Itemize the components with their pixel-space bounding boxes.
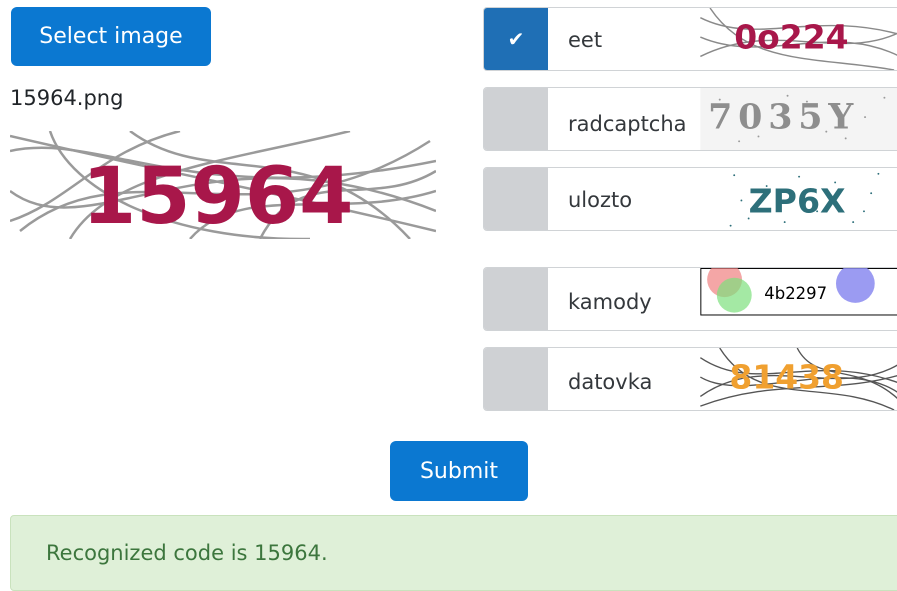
option-label: kamody bbox=[568, 290, 652, 314]
captcha-option-eet[interactable]: ✔ eet 0o224 bbox=[483, 7, 897, 71]
svg-text:81438: 81438 bbox=[729, 358, 844, 397]
svg-text:7035Y: 7035Y bbox=[708, 97, 859, 138]
captcha-option-kamody[interactable]: kamody 4b2297 bbox=[483, 267, 897, 331]
captcha-option-radcaptcha[interactable]: radcaptcha 7035Y bbox=[483, 87, 897, 151]
result-alert: Recognized code is 15964. bbox=[10, 515, 897, 591]
svg-text:4b2297: 4b2297 bbox=[764, 284, 827, 303]
radcaptcha-sample-image: 7035Y bbox=[700, 88, 897, 150]
submit-button[interactable]: Submit bbox=[390, 441, 528, 501]
checkbox-unchecked[interactable] bbox=[484, 88, 548, 150]
kamody-sample-image: 4b2297 bbox=[700, 268, 897, 316]
option-label: radcaptcha bbox=[568, 112, 687, 136]
eet-sample-image: 0o224 bbox=[700, 8, 897, 70]
checkbox-checked-icon[interactable]: ✔ bbox=[484, 8, 548, 70]
option-label: eet bbox=[568, 28, 603, 52]
result-text: Recognized code is 15964. bbox=[46, 541, 328, 565]
option-label: ulozto bbox=[568, 188, 633, 212]
captcha-option-datovka[interactable]: datovka 81438 bbox=[483, 347, 897, 411]
select-image-button[interactable]: Select image bbox=[11, 7, 211, 66]
captcha-preview-image: 15964 bbox=[10, 131, 436, 239]
captcha-option-ulozto[interactable]: ulozto ZP6X bbox=[483, 167, 897, 231]
datovka-sample-image: 81438 bbox=[699, 348, 897, 410]
filename-label: 15964.png bbox=[10, 86, 124, 110]
option-label: datovka bbox=[568, 370, 653, 394]
ulozto-sample-image: ZP6X bbox=[727, 168, 882, 230]
checkbox-unchecked[interactable] bbox=[484, 268, 548, 330]
svg-text:0o224: 0o224 bbox=[734, 18, 848, 57]
checkbox-unchecked[interactable] bbox=[484, 348, 548, 410]
checkbox-unchecked[interactable] bbox=[484, 168, 548, 230]
preview-code-text: 15964 bbox=[82, 152, 353, 239]
svg-text:ZP6X: ZP6X bbox=[749, 182, 846, 221]
